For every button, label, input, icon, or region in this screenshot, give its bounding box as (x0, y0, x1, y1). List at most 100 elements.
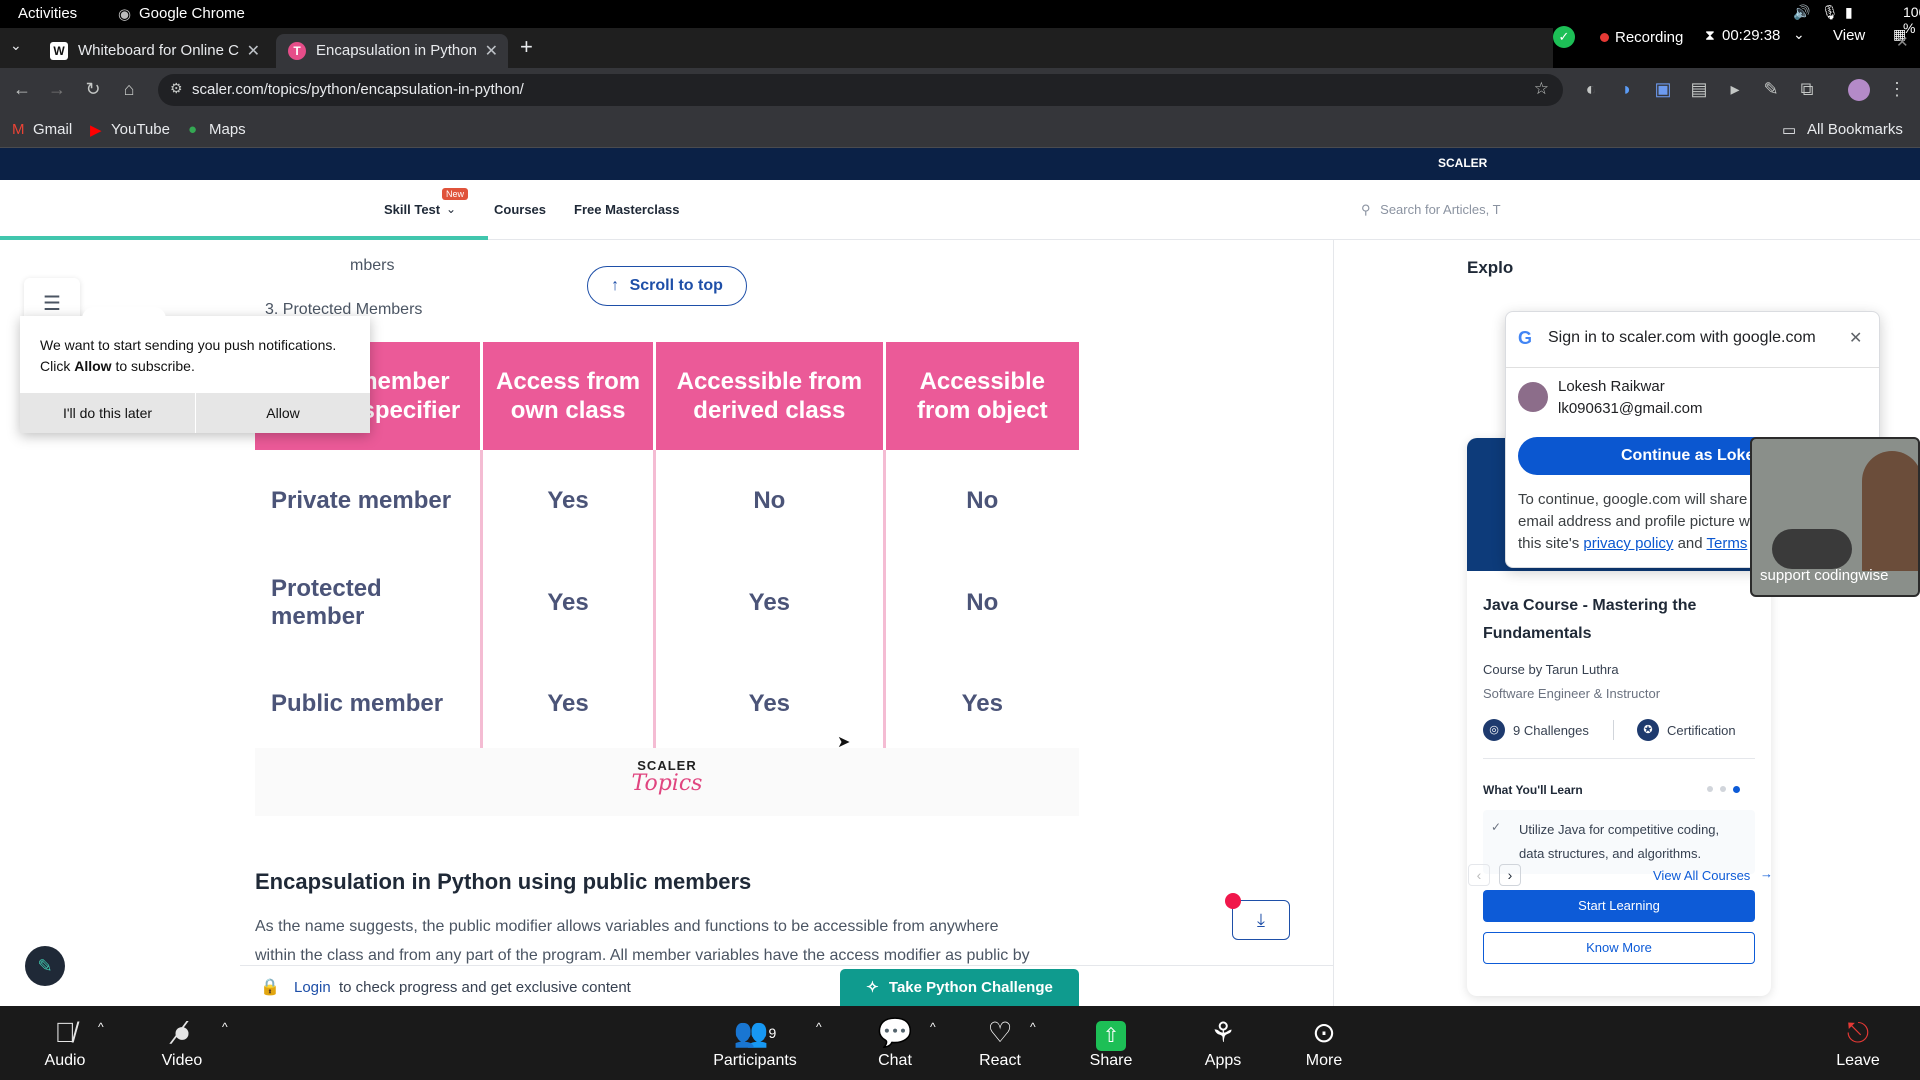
participant-silhouette (1862, 451, 1918, 571)
chevron-down-icon[interactable]: ⌄ (1793, 26, 1805, 43)
divider (1483, 758, 1755, 759)
carousel-dot-active[interactable] (1733, 786, 1740, 793)
window-close-icon[interactable]: ✕ (1896, 33, 1909, 51)
reload-icon[interactable]: ↻ (82, 79, 104, 100)
section-heading: Encapsulation in Python using public mem… (255, 869, 752, 894)
nav-skill-test[interactable]: Skill Test (384, 202, 440, 217)
back-icon[interactable]: ← (11, 79, 33, 100)
access-specifier-table: Class member access specifier Access fro… (255, 342, 1079, 758)
allow-button[interactable]: Allow (196, 393, 370, 433)
participants-options-icon[interactable]: ^ (816, 1020, 822, 1034)
carousel-dot[interactable] (1707, 786, 1713, 792)
react-button[interactable]: ♡ React (945, 1014, 1055, 1070)
edit-pencil-icon[interactable]: ✎ (25, 946, 65, 986)
view-button[interactable]: View (1833, 27, 1865, 44)
arrow-up-icon: ↑ (611, 277, 620, 294)
share-button[interactable]: ⇧ Share (1056, 1014, 1166, 1070)
signin-info: To continue, google.com will share email… (1518, 491, 1750, 552)
participant-name: support codingwise (1760, 567, 1889, 584)
mic-icon[interactable]: 🎙 (1821, 4, 1839, 21)
carousel-next-icon[interactable]: › (1499, 864, 1521, 886)
chevron-down-icon[interactable]: ⌄ (446, 202, 456, 216)
video-options-icon[interactable]: ^ (222, 1020, 228, 1034)
close-tab-icon[interactable]: ✕ (247, 41, 260, 61)
tab-label: Encapsulation in Python (316, 42, 477, 59)
new-tab-icon[interactable]: + (520, 34, 533, 60)
site-info-icon[interactable]: ⚙ (170, 80, 183, 97)
shield-check-icon: ✓ (1553, 26, 1575, 48)
tab-whiteboard[interactable]: W Whiteboard for Online C ✕ (38, 34, 270, 68)
menu-kebab-icon[interactable]: ⋮ (1886, 79, 1908, 100)
later-button[interactable]: I'll do this later (20, 393, 195, 433)
battery-label: 100 % (1903, 4, 1920, 36)
activities-button[interactable]: Activities (18, 5, 77, 22)
course-title[interactable]: Java Course - Mastering the Fundamentals (1483, 592, 1753, 648)
tab-encapsulation[interactable]: T Encapsulation in Python ✕ (276, 34, 508, 68)
nav-courses[interactable]: Courses (494, 202, 546, 217)
instructor-role: Software Engineer & Instructor (1483, 686, 1661, 701)
recording-timer: 00:29:38 (1722, 27, 1781, 44)
push-notification-prompt: We want to start sending you push notifi… (20, 307, 370, 433)
lock-icon: 🔒 (260, 979, 280, 996)
site-search-input[interactable]: ⚲ Search for Articles, T (1347, 192, 1507, 228)
participant-video-tile[interactable]: support codingwise (1750, 437, 1920, 597)
tab-search-icon[interactable]: ⌄ (10, 37, 22, 54)
table-cell: Yes (481, 654, 657, 758)
pen-icon[interactable]: ✎ (1760, 79, 1782, 100)
explore-heading: Explo (1467, 258, 1514, 277)
view-all-courses-link[interactable]: View All Courses (1653, 868, 1750, 883)
table-cell: No (966, 487, 999, 514)
scaler-logo[interactable]: SCALER (1438, 156, 1487, 170)
table-cell: Yes (481, 552, 657, 654)
know-more-button[interactable]: Know More (1483, 932, 1755, 964)
translate-icon[interactable]: ▣ (1652, 79, 1674, 100)
extension-2-icon[interactable]: ◗ (1616, 79, 1638, 100)
profile-avatar[interactable] (1848, 79, 1870, 101)
start-learning-button[interactable]: Start Learning (1483, 890, 1755, 922)
table-header-row: Class member access specifier Access fro… (255, 342, 1079, 450)
certificate-icon: ✪ (1637, 719, 1659, 741)
close-icon[interactable]: ✕ (1849, 328, 1862, 348)
extension-3-icon[interactable]: ▤ (1688, 79, 1710, 100)
bookmark-maps[interactable]: Maps (209, 121, 246, 138)
volume-icon[interactable]: 🔊 (1793, 4, 1810, 21)
all-bookmarks[interactable]: All Bookmarks (1807, 121, 1903, 138)
forward-icon[interactable]: → (46, 79, 68, 100)
audio-options-icon[interactable]: ^ (98, 1020, 104, 1034)
meeting-controls-bar: 🎙̸ Audio ^ ⏺̸ Video ^ 👥9 Participants ^ … (0, 1006, 1920, 1080)
video-button[interactable]: ⏺̸ Video (127, 1014, 237, 1070)
site-top-strip: SCALER (0, 148, 1920, 180)
search-icon: ⚲ (1361, 202, 1371, 217)
terms-link[interactable]: Terms (1707, 535, 1748, 552)
address-bar[interactable]: ⚙ scaler.com/topics/python/encapsulation… (158, 74, 1563, 106)
bookmark-youtube[interactable]: YouTube (111, 121, 170, 138)
react-options-icon[interactable]: ^ (1030, 1020, 1036, 1034)
extension-4-icon[interactable]: ▸ (1724, 79, 1746, 100)
nav-free-masterclass[interactable]: Free Masterclass (574, 202, 680, 217)
leave-button[interactable]: ⎋ Leave (1803, 1014, 1913, 1070)
more-button[interactable]: ⊙ More (1269, 1014, 1379, 1070)
home-icon[interactable]: ⌂ (118, 79, 140, 100)
bookmark-gmail[interactable]: Gmail (33, 121, 72, 138)
extension-1-icon[interactable]: ◐ (1580, 79, 1602, 100)
carousel-prev-icon[interactable]: ‹ (1468, 864, 1490, 886)
close-tab-icon[interactable]: ✕ (485, 41, 498, 61)
chat-options-icon[interactable]: ^ (930, 1020, 936, 1034)
apps-button[interactable]: ⚘ Apps (1168, 1014, 1278, 1070)
login-link[interactable]: Login (294, 979, 331, 996)
bookmark-star-icon[interactable]: ☆ (1534, 79, 1549, 99)
scroll-to-top-button[interactable]: ↑ Scroll to top (587, 266, 747, 306)
take-python-challenge-button[interactable]: ✧ Take Python Challenge (840, 969, 1079, 1006)
download-icon[interactable]: ⤓ (1232, 900, 1290, 940)
battery-icon: ▮ (1845, 4, 1853, 20)
extensions-puzzle-icon[interactable]: ⧉ (1796, 79, 1818, 100)
table-row: Public member Yes Yes Yes (255, 654, 1079, 758)
carousel-dot[interactable] (1720, 786, 1726, 792)
participants-button[interactable]: 👥9 Participants (700, 1014, 810, 1070)
notification-dot (1225, 893, 1241, 909)
signin-title: Sign in to scaler.com with google.com (1548, 329, 1816, 346)
reading-progress-bar (0, 236, 488, 240)
whiteboard-favicon-icon: W (50, 42, 68, 60)
privacy-policy-link[interactable]: privacy policy (1583, 535, 1673, 552)
table-cell: Protected member (255, 552, 484, 654)
